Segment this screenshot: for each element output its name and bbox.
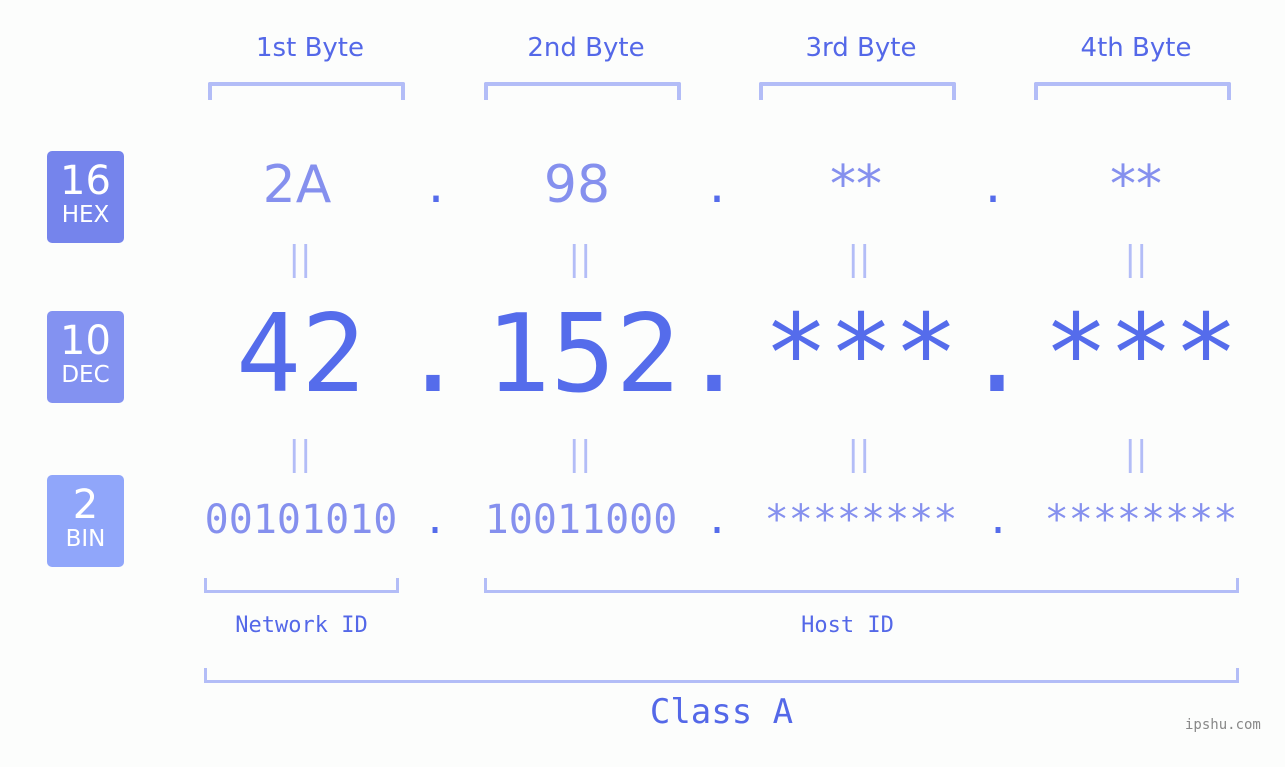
bin-badge-label: BIN — [65, 526, 106, 552]
bin-separator-2: . — [704, 497, 730, 543]
equals-dec-bin-4: || — [1124, 434, 1148, 474]
equals-dec-bin-3: || — [847, 434, 871, 474]
dec-badge-label: DEC — [61, 362, 110, 388]
dec-badge: 10 DEC — [47, 311, 124, 403]
byte-header-3: 3rd Byte — [805, 33, 917, 63]
byte-header-4: 4th Byte — [1080, 33, 1192, 63]
hex-badge: 16 HEX — [47, 151, 124, 243]
byte-bracket-3 — [759, 82, 956, 100]
class-bracket — [204, 668, 1239, 683]
network-id-bracket — [204, 578, 399, 593]
watermark: ipshu.com — [1185, 717, 1261, 733]
byte-bracket-4 — [1034, 82, 1231, 100]
hex-badge-label: HEX — [61, 202, 110, 228]
hex-separator-3: . — [984, 155, 1002, 215]
bin-separator-3: . — [985, 497, 1011, 543]
network-id-label: Network ID — [235, 613, 368, 638]
bin-badge-number: 2 — [72, 482, 99, 528]
dec-separator-2: . — [681, 292, 747, 417]
byte-bracket-1 — [208, 82, 405, 100]
bin-badge: 2 BIN — [47, 475, 124, 567]
hex-separator-2: . — [708, 155, 726, 215]
hex-separator-1: . — [427, 155, 445, 215]
dec-separator-1: . — [400, 292, 466, 417]
byte-header-2: 2nd Byte — [527, 33, 645, 63]
equals-hex-dec-2: || — [568, 239, 592, 279]
dec-separator-3: . — [964, 292, 1030, 417]
host-id-label: Host ID — [801, 613, 894, 638]
equals-hex-dec-3: || — [847, 239, 871, 279]
equals-hex-dec-1: || — [288, 239, 312, 279]
byte-header-1: 1st Byte — [256, 33, 364, 63]
dec-badge-number: 10 — [60, 318, 111, 364]
equals-dec-bin-2: || — [568, 434, 592, 474]
byte-bracket-2 — [484, 82, 681, 100]
equals-hex-dec-4: || — [1124, 239, 1148, 279]
host-id-bracket — [484, 578, 1239, 593]
class-label: Class A — [649, 692, 794, 732]
bin-separator-1: . — [422, 497, 448, 543]
hex-badge-number: 16 — [60, 158, 111, 204]
equals-dec-bin-1: || — [288, 434, 312, 474]
